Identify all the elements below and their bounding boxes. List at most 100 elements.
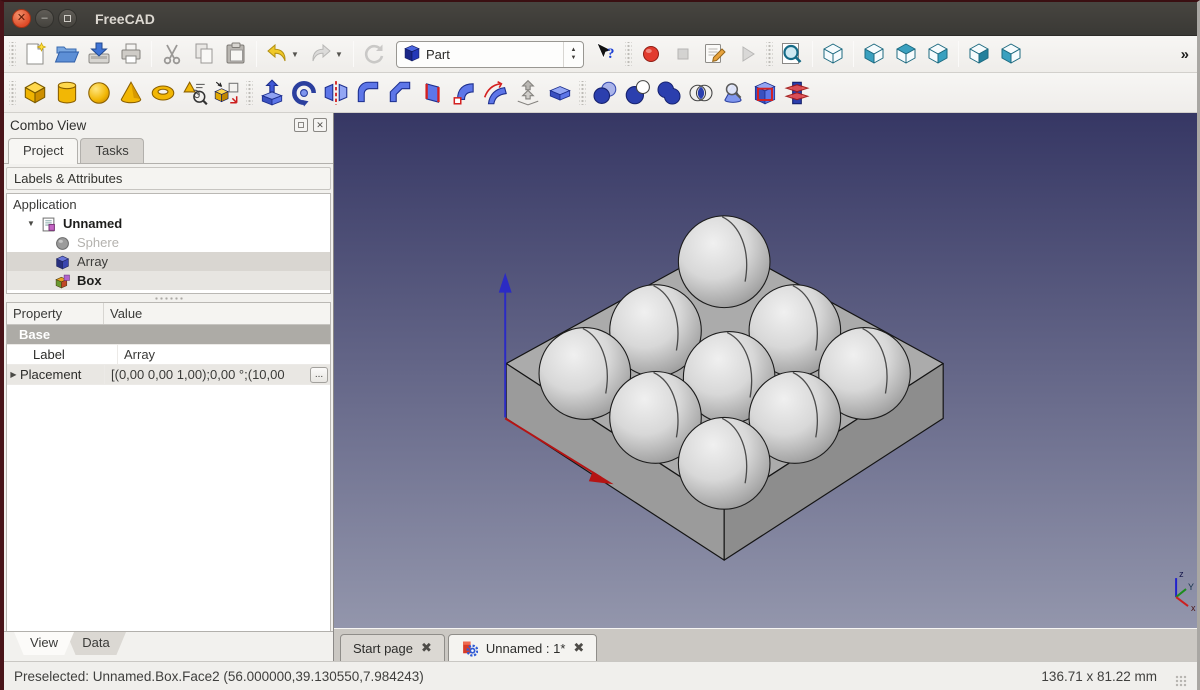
boolean-cut-button[interactable]: [621, 77, 653, 109]
view-right-button[interactable]: [922, 38, 954, 70]
3d-viewport[interactable]: z Y x: [334, 113, 1197, 628]
window-titlebar[interactable]: ✕ – FreeCAD: [4, 2, 1197, 36]
boolean-union-button[interactable]: [653, 77, 685, 109]
tree-item-unnamed[interactable]: ▼Unnamed: [7, 214, 330, 233]
macro-stop-button[interactable]: [667, 38, 699, 70]
tree-expander-icon[interactable]: ▼: [27, 219, 41, 228]
toolbar-drag-handle[interactable]: [246, 81, 253, 105]
thickness-button[interactable]: [544, 77, 576, 109]
save-document-button[interactable]: [83, 38, 115, 70]
window-minimize-button[interactable]: –: [35, 9, 54, 28]
array-cube-icon: [55, 255, 71, 269]
view-rear-button[interactable]: [963, 38, 995, 70]
sphere-gray-icon: [55, 236, 71, 250]
copy-button[interactable]: [188, 38, 220, 70]
part-torus-button[interactable]: [147, 77, 179, 109]
combo-view-title: Combo View: [10, 118, 289, 133]
refresh-button[interactable]: [358, 38, 390, 70]
workbench-selector[interactable]: Part▲▼: [396, 41, 584, 68]
panel-close-icon[interactable]: ✕: [313, 118, 327, 132]
extrude-button[interactable]: [256, 77, 288, 109]
window-title: FreeCAD: [95, 11, 155, 27]
property-expander-icon[interactable]: ▶: [7, 370, 20, 379]
whats-this-icon: ?: [593, 41, 619, 67]
property-row-label[interactable]: LabelArray: [7, 345, 330, 365]
view-rear-icon: [966, 41, 992, 67]
macro-play-button[interactable]: [731, 38, 763, 70]
undo-button[interactable]: [261, 38, 293, 70]
panel-splitter[interactable]: [4, 294, 333, 302]
toolbar-drag-handle[interactable]: [579, 81, 586, 105]
open-document-button[interactable]: [51, 38, 83, 70]
print-button[interactable]: [115, 38, 147, 70]
new-document-button[interactable]: [19, 38, 51, 70]
property-group-base[interactable]: Base: [7, 325, 330, 345]
cut-icon: [159, 41, 185, 67]
box-colored-icon: [55, 274, 71, 288]
toolbar-drag-handle[interactable]: [766, 42, 773, 66]
redo-dropdown-arrow[interactable]: ▼: [335, 50, 349, 59]
part-sphere-button[interactable]: [83, 77, 115, 109]
part-cylinder-button[interactable]: [51, 77, 83, 109]
revolve-button[interactable]: [288, 77, 320, 109]
part-box-button[interactable]: [19, 77, 51, 109]
tab-tasks[interactable]: Tasks: [80, 138, 143, 163]
toolbar-drag-handle[interactable]: [9, 42, 16, 66]
tree-item-application[interactable]: Application: [7, 195, 330, 214]
boolean-cut-icon: [623, 79, 651, 107]
part-primitives-button[interactable]: [179, 77, 211, 109]
tab-close-icon[interactable]: ✖: [421, 640, 432, 656]
view-left-button[interactable]: [995, 38, 1027, 70]
part-cone-icon: [117, 79, 145, 107]
redo-button[interactable]: [305, 38, 337, 70]
shape-builder-button[interactable]: [211, 77, 243, 109]
undo-dropdown-arrow[interactable]: ▼: [291, 50, 305, 59]
boolean-operation-button[interactable]: [589, 77, 621, 109]
toolbar-drag-handle[interactable]: [625, 42, 632, 66]
macro-edit-button[interactable]: [699, 38, 731, 70]
tree-item-array[interactable]: Array: [7, 252, 330, 271]
loft-button[interactable]: [448, 77, 480, 109]
tab-close-icon[interactable]: ✖: [573, 640, 584, 656]
view-top-button[interactable]: [890, 38, 922, 70]
document-tab-unnamed[interactable]: Unnamed : 1*✖: [448, 634, 597, 661]
shape-builder-icon: [213, 79, 241, 107]
tab-project[interactable]: Project: [8, 138, 78, 164]
resize-grip[interactable]: [1175, 675, 1187, 687]
cross-sections-button[interactable]: [781, 77, 813, 109]
view-axonometric-button[interactable]: [817, 38, 849, 70]
offset-button[interactable]: [512, 77, 544, 109]
whats-this-button[interactable]: ?: [590, 38, 622, 70]
sweep-button[interactable]: [480, 77, 512, 109]
zoom-fit-all-button[interactable]: [776, 38, 808, 70]
cut-button[interactable]: [156, 38, 188, 70]
fillet-button[interactable]: [352, 77, 384, 109]
view-front-button[interactable]: [858, 38, 890, 70]
macro-record-icon: [638, 41, 664, 67]
paste-button[interactable]: [220, 38, 252, 70]
chamfer-button[interactable]: [384, 77, 416, 109]
workbench-selector-spinner[interactable]: ▲▼: [563, 42, 583, 67]
window-maximize-button[interactable]: [58, 9, 77, 28]
toolbar-overflow-button[interactable]: »: [1181, 46, 1189, 63]
check-geometry-button[interactable]: [717, 77, 749, 109]
part-cone-button[interactable]: [115, 77, 147, 109]
tab-view[interactable]: View: [14, 632, 74, 655]
toolbar-separator: [812, 41, 813, 67]
placement-edit-button[interactable]: ...: [310, 367, 328, 383]
ruled-surface-button[interactable]: [416, 77, 448, 109]
mirror-button[interactable]: [320, 77, 352, 109]
property-row-placement[interactable]: ▶Placement[(0,00 0,00 1,00);0,00 °;(10,0…: [7, 365, 330, 385]
part-torus-icon: [149, 79, 177, 107]
boolean-intersection-button[interactable]: [685, 77, 717, 109]
tab-data[interactable]: Data: [66, 632, 126, 655]
window-close-button[interactable]: ✕: [12, 9, 31, 28]
tree-item-box[interactable]: Box: [7, 271, 330, 290]
tree-item-sphere[interactable]: Sphere: [7, 233, 330, 252]
section-button[interactable]: [749, 77, 781, 109]
macro-record-button[interactable]: [635, 38, 667, 70]
panel-float-icon[interactable]: [294, 118, 308, 132]
document-tab-start-page[interactable]: Start page✖: [340, 634, 445, 661]
toolbar-drag-handle[interactable]: [9, 81, 16, 105]
workbench-part-icon: [402, 44, 422, 64]
